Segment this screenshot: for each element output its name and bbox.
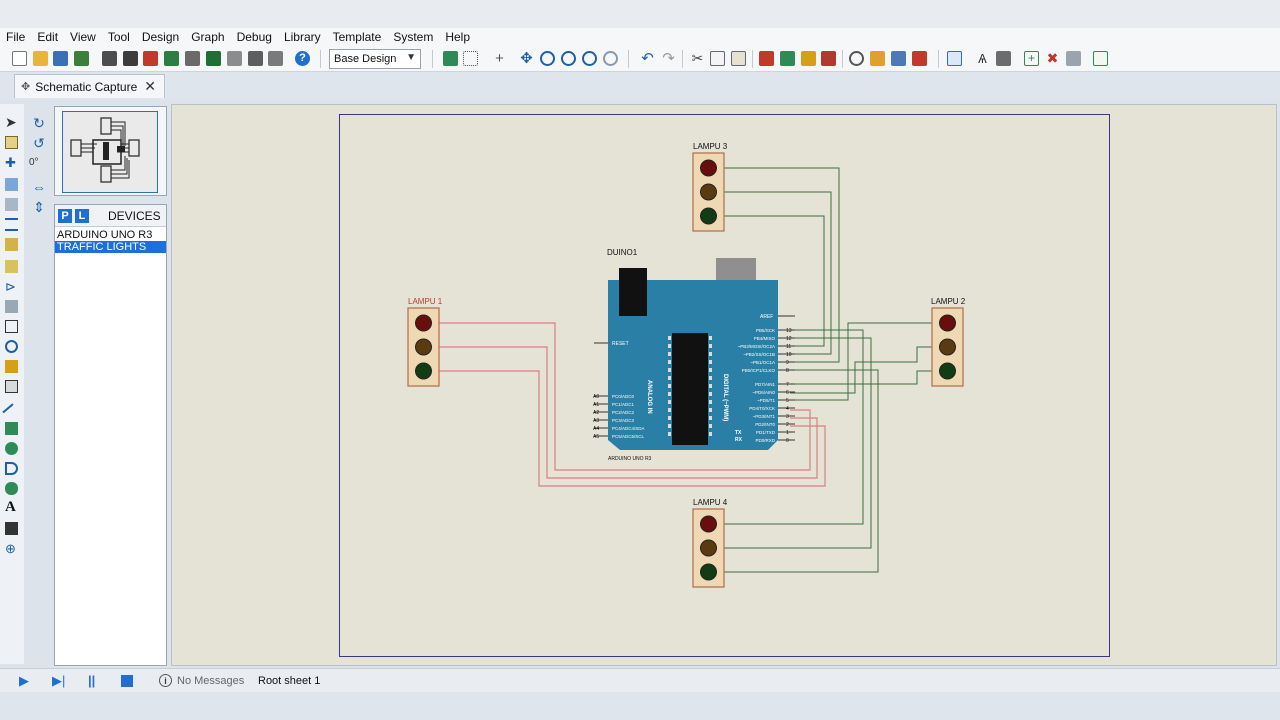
digital-pin-number: 0: [786, 438, 789, 444]
analog-pin-number: A4: [593, 426, 599, 432]
lampu1-body[interactable]: [407, 307, 440, 387]
analog-port-name: PC4/ADC4/SDA: [612, 426, 645, 431]
digital-pin-number: 10: [786, 352, 792, 358]
digital-pin-number: 9: [786, 360, 789, 366]
digital-pin-number: 11: [786, 344, 791, 350]
red-light: [415, 314, 432, 332]
bottom-strip: [0, 692, 1280, 720]
yellow-light: [939, 338, 956, 356]
digital-pin-number: 13: [786, 328, 792, 334]
digital-port-name: ~PD3/INT1: [753, 414, 776, 419]
rx-label: RX: [735, 437, 743, 443]
digital-port-name: PB5/SCK: [756, 328, 775, 333]
digital-port-name: PB0/ICP1/CLKO: [742, 368, 776, 373]
tx-label: TX: [735, 430, 742, 436]
analog-port-name: PC5/ADC5/SCL: [612, 434, 645, 439]
digital-pin-number: 1: [786, 430, 789, 436]
digital-port-name: ~PD5/T1: [757, 398, 775, 403]
analog-pin-number: A0: [593, 394, 599, 400]
digital-port-name: PD2/INT0: [755, 422, 775, 427]
lampu4-body[interactable]: [692, 508, 725, 588]
digital-pin-number: 5: [786, 398, 789, 404]
analog-port-name: PC0/ADC0: [612, 394, 635, 399]
analog-port-name: PC3/ADC3: [612, 418, 635, 423]
green-light: [700, 563, 717, 581]
lampu1-label: LAMPU 1: [408, 297, 443, 306]
info-icon: i: [159, 674, 172, 687]
red-light: [939, 314, 956, 332]
digital-port-name: PD4/T0/XCK: [749, 406, 775, 411]
aref-label: AREF: [760, 314, 773, 320]
analog-pin-number: A3: [593, 418, 599, 424]
analog-pin-number: A5: [593, 434, 599, 440]
digital-port-name: ~PB2/SS/OC1B: [743, 352, 775, 357]
digital-pin-number: 7: [786, 382, 789, 388]
yellow-light: [700, 183, 717, 201]
atmega-chip: [672, 333, 708, 445]
digital-port-name: PD0/RXD: [755, 438, 775, 443]
digital-port-name: ~PB1/OC1A: [750, 360, 775, 365]
analog-in-label: ANALOG IN: [646, 380, 652, 414]
play-icon[interactable]: ▶: [19, 674, 33, 688]
status-sheet: Root sheet 1: [258, 675, 321, 687]
stop-icon[interactable]: [121, 675, 133, 687]
power-jack: [619, 268, 647, 316]
digital-port-name: ~PB3/MOSI/OC2A: [738, 344, 775, 349]
status-message[interactable]: No Messages: [177, 675, 244, 687]
lampu3-label: LAMPU 3: [693, 142, 728, 151]
reset-label: RESET: [612, 341, 629, 347]
digital-port-name: PD1/TXD: [756, 430, 776, 435]
digital-port-name: PD7/AIN1: [755, 382, 776, 387]
yellow-light: [700, 539, 717, 557]
analog-port-name: PC2/ADC2: [612, 410, 635, 415]
yellow-light: [415, 338, 432, 356]
digital-pwm-label: DIGITAL (~PWM): [722, 374, 728, 421]
arduino-board: DUINO1 ARDUINO UNO R3 RESET AREF ANALOG …: [593, 248, 795, 462]
digital-port-name: ~PD6/AIN0: [752, 390, 775, 395]
analog-pin-number: A1: [593, 402, 599, 408]
analog-pin-number: A2: [593, 410, 599, 416]
digital-pin-number: 8: [786, 368, 789, 374]
digital-port-name: PB4/MISO: [754, 336, 776, 341]
board-name-label: ARDUINO UNO R3: [608, 456, 652, 462]
step-icon[interactable]: ▶|: [52, 674, 66, 688]
pause-icon[interactable]: ||: [88, 674, 102, 688]
lampu3-body[interactable]: [692, 152, 725, 232]
digital-pin-number: 12: [786, 336, 792, 342]
board-ref-label: DUINO1: [607, 248, 638, 257]
analog-port-name: PC1/ADC1: [612, 402, 635, 407]
red-light: [700, 159, 717, 177]
green-light: [415, 362, 432, 380]
lampu4-label: LAMPU 4: [693, 498, 728, 507]
schematic-drawing: DUINO1 ARDUINO UNO R3 RESET AREF ANALOG …: [407, 142, 966, 588]
red-light: [700, 515, 717, 533]
lampu2-body[interactable]: [931, 307, 964, 387]
green-light: [939, 362, 956, 380]
green-light: [700, 207, 717, 225]
digital-pin-number: 2: [786, 422, 789, 428]
digital-pin-number: 6: [786, 390, 789, 396]
digital-pin-number: 4: [786, 406, 789, 412]
digital-pin-number: 3: [786, 414, 789, 420]
lampu2-label: LAMPU 2: [931, 297, 966, 306]
status-bar: ▶ ▶| || i No Messages Root sheet 1: [0, 668, 1280, 692]
